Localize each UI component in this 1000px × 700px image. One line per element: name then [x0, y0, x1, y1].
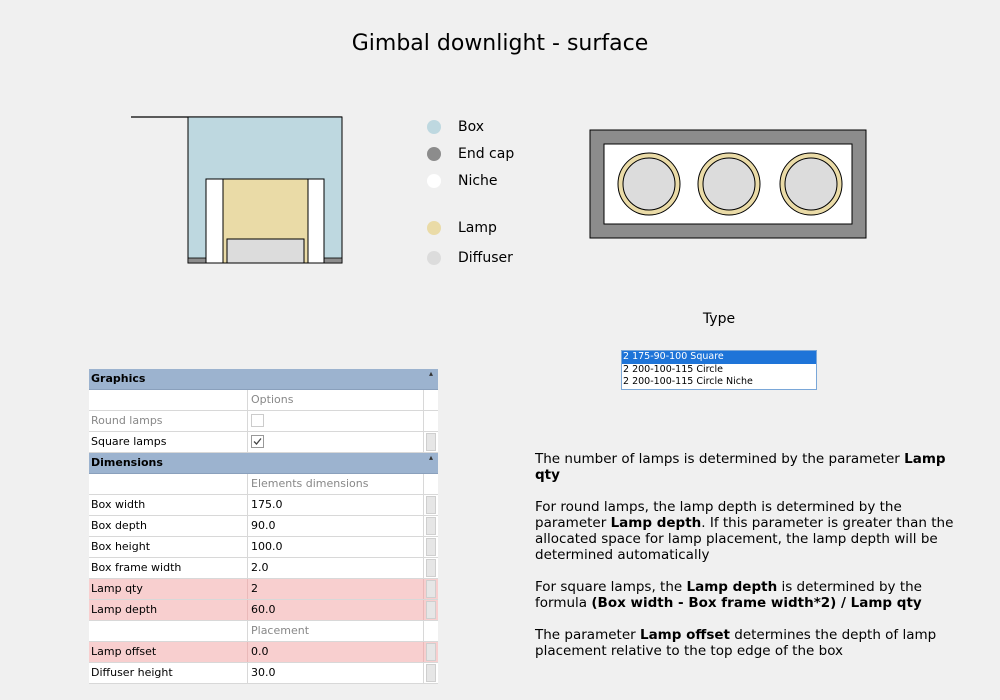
type-label: Type: [702, 311, 736, 327]
description-panel: The number of lamps is determined by the…: [535, 451, 965, 675]
diffuser-height-row: Diffuser height 30.0: [89, 663, 438, 684]
graphics-subheader: Options: [89, 390, 438, 411]
graphics-section-header[interactable]: Graphics ▴: [89, 369, 438, 390]
description-paragraph: For square lamps, the Lamp depth is dete…: [535, 579, 922, 611]
dimensions-section-header[interactable]: Dimensions ▴: [89, 453, 438, 474]
type-option-selected[interactable]: 2 175-90-100 Square: [622, 351, 816, 364]
row-scrollbar[interactable]: [426, 496, 436, 514]
type-listbox[interactable]: 2 175-90-100 Square 2 200-100-115 Circle…: [621, 350, 817, 390]
row-scrollbar[interactable]: [426, 580, 436, 598]
subheader-label: Placement: [249, 621, 424, 641]
row-label: Diffuser height: [89, 663, 248, 683]
lamp-qty-value[interactable]: 2: [249, 579, 424, 599]
diffuser-height-value[interactable]: 30.0: [249, 663, 424, 683]
lamp-depth-row: Lamp depth 60.0: [89, 600, 438, 621]
box-depth-value[interactable]: 90.0: [249, 516, 424, 536]
collapse-icon[interactable]: ▴: [429, 453, 433, 463]
section-title: Graphics: [91, 372, 146, 385]
lamp-2: [697, 152, 761, 216]
legend-item-end-cap: End cap: [427, 144, 514, 164]
end-cap-left: [187, 257, 207, 264]
page-title: Gimbal downlight - surface: [351, 31, 649, 56]
legend-label: Niche: [458, 173, 498, 189]
row-label: Lamp depth: [89, 600, 248, 620]
box-width-row: Box width 175.0: [89, 495, 438, 516]
row-scrollbar[interactable]: [426, 601, 436, 619]
lamp-depth-value[interactable]: 60.0: [249, 600, 424, 620]
box-frame-width-row: Box frame width 2.0: [89, 558, 438, 579]
row-scrollbar[interactable]: [426, 538, 436, 556]
row-scrollbar[interactable]: [426, 433, 436, 451]
property-grid: Graphics ▴ Options Round lamps Square la…: [89, 369, 438, 684]
placement-subheader: Placement: [89, 621, 438, 642]
type-option[interactable]: 2 200-100-115 Circle Niche: [622, 376, 816, 389]
section-view-drawing: [131, 116, 343, 264]
legend-label: End cap: [458, 146, 515, 162]
row-label: Round lamps: [89, 411, 248, 431]
box-width-value[interactable]: 175.0: [249, 495, 424, 515]
niche-swatch-icon: [427, 174, 441, 188]
legend-item-niche: Niche: [427, 171, 498, 191]
box-swatch-icon: [427, 120, 441, 134]
row-label: Box depth: [89, 516, 248, 536]
niche-right: [307, 178, 325, 264]
subheader-label: Elements dimensions: [249, 474, 424, 494]
row-scrollbar[interactable]: [426, 559, 436, 577]
row-label: Lamp qty: [89, 579, 248, 599]
round-lamps-row: Round lamps: [89, 411, 438, 432]
diffuser-swatch-icon: [427, 251, 441, 265]
section-title: Dimensions: [91, 456, 163, 469]
legend-label: Diffuser: [458, 250, 513, 266]
dimensions-subheader: Elements dimensions: [89, 474, 438, 495]
row-label: Box frame width: [89, 558, 248, 578]
niche-left: [205, 178, 224, 264]
legend-item-box: Box: [427, 117, 484, 137]
box-frame-width-value[interactable]: 2.0: [249, 558, 424, 578]
legend-label: Lamp: [458, 220, 497, 236]
legend-label: Box: [458, 119, 485, 135]
round-lamps-checkbox[interactable]: [251, 414, 264, 427]
description-paragraph: The number of lamps is determined by the…: [535, 451, 946, 483]
legend-item-diffuser: Diffuser: [427, 248, 513, 268]
subheader-label: Options: [249, 390, 424, 410]
row-label: Box height: [89, 537, 248, 557]
plan-view-drawing: [589, 129, 867, 239]
box-depth-row: Box depth 90.0: [89, 516, 438, 537]
lamp-offset-row: Lamp offset 0.0: [89, 642, 438, 663]
checkmark-icon: [253, 438, 262, 445]
lamp-qty-row: Lamp qty 2: [89, 579, 438, 600]
row-label: Lamp offset: [89, 642, 248, 662]
row-scrollbar[interactable]: [426, 517, 436, 535]
row-label: Box width: [89, 495, 248, 515]
row-label: Square lamps: [89, 432, 248, 452]
square-lamps-checkbox[interactable]: [251, 435, 264, 448]
collapse-icon[interactable]: ▴: [429, 369, 433, 379]
description-paragraph: For round lamps, the lamp depth is deter…: [535, 499, 954, 563]
description-paragraph: The parameter Lamp offset determines the…: [535, 627, 937, 659]
end-cap-right: [323, 257, 343, 264]
square-lamps-row: Square lamps: [89, 432, 438, 453]
row-scrollbar[interactable]: [426, 664, 436, 682]
lamp-offset-value[interactable]: 0.0: [249, 642, 424, 662]
box-height-row: Box height 100.0: [89, 537, 438, 558]
row-scrollbar[interactable]: [426, 643, 436, 661]
lamp-1: [617, 152, 681, 216]
lamp-3: [779, 152, 843, 216]
legend-item-lamp: Lamp: [427, 218, 497, 238]
lamp-swatch-icon: [427, 221, 441, 235]
type-option[interactable]: 2 200-100-115 Circle: [622, 364, 816, 377]
end-cap-swatch-icon: [427, 147, 441, 161]
box-height-value[interactable]: 100.0: [249, 537, 424, 557]
diffuser-body: [226, 238, 305, 264]
